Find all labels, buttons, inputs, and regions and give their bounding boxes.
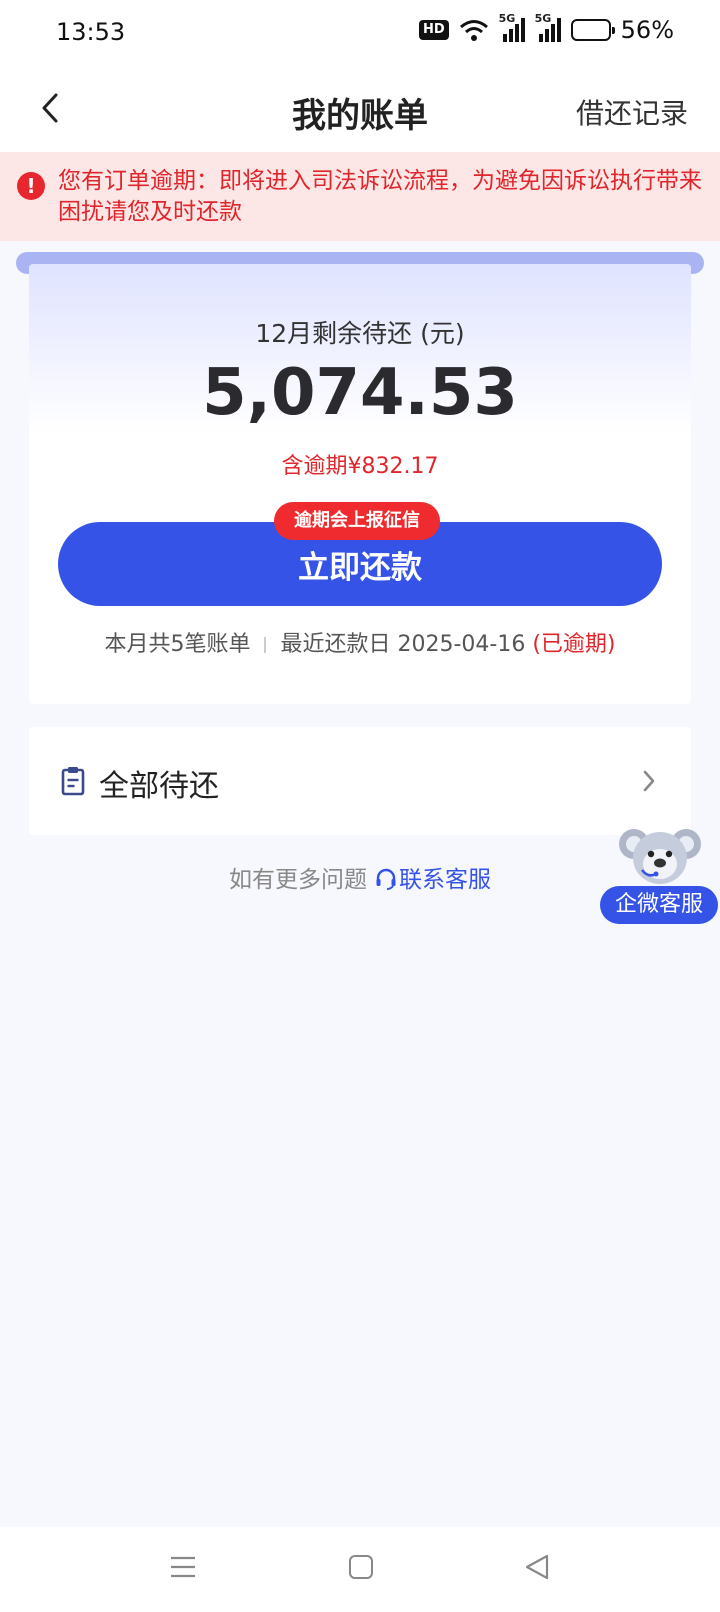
clipboard-icon <box>61 767 85 796</box>
menu-icon[interactable] <box>170 1555 196 1579</box>
battery-icon <box>570 19 615 41</box>
status-icons: HD 5G 5G 56% <box>418 12 674 44</box>
chevron-left-icon <box>42 93 58 123</box>
back-triangle-icon[interactable] <box>524 1553 550 1581</box>
alert-text: 您有订单逾期：即将进入司法诉讼流程，为避免因诉讼执行带来困扰请您及时还款 <box>58 168 702 225</box>
credit-report-badge: 逾期会上报征信 <box>274 502 440 540</box>
battery-percent: 56% <box>620 16 674 44</box>
exclamation-icon: ! <box>17 172 45 200</box>
bill-summary-card: 12月剩余待还 (元) 5,074.53 含逾期¥832.17 立即还款 逾期会… <box>29 264 691 704</box>
chevron-right-icon <box>643 770 655 792</box>
status-time: 13:53 <box>56 18 126 46</box>
home-icon[interactable] <box>349 1555 373 1579</box>
koala-icon <box>619 829 701 884</box>
page: 13:53 HD 5G 5G 56% 我的账单 借还记录 ! 您有订单逾期：即将… <box>0 0 720 1612</box>
overdue-amount: 含逾期¥832.17 <box>281 454 439 479</box>
all-pending-row[interactable]: 全部待还 <box>29 727 691 835</box>
system-nav-bar <box>0 1527 720 1612</box>
hd-icon: HD <box>418 20 449 40</box>
wecom-service-float[interactable]: 企微客服 <box>600 822 720 924</box>
recent-due-date: 最近还款日 2025-04-16 <box>280 632 526 657</box>
header: 我的账单 借还记录 <box>0 64 720 152</box>
loan-records-link[interactable]: 借还记录 <box>576 92 688 132</box>
overdue-alert: ! 您有订单逾期：即将进入司法诉讼流程，为避免因诉讼执行带来困扰请您及时还款 <box>0 152 720 241</box>
signal-icon: 5G <box>499 12 525 42</box>
status-bar: 13:53 HD 5G 5G 56% <box>0 0 720 64</box>
back-button[interactable] <box>30 84 70 132</box>
divider <box>264 637 267 653</box>
remain-amount: 5,074.53 <box>202 356 518 430</box>
help-question: 如有更多问题 <box>229 867 367 893</box>
overdue-status: (已逾期) <box>532 632 616 657</box>
contact-service-link[interactable]: 联系客服 <box>399 867 491 893</box>
bill-info: 本月共5笔账单 最近还款日 2025-04-16 (已逾期) <box>29 626 691 658</box>
remain-label: 12月剩余待还 (元) <box>255 319 465 348</box>
signal-icon: 5G <box>535 12 561 42</box>
wifi-icon <box>459 20 488 41</box>
headset-icon <box>376 868 396 890</box>
bill-count: 本月共5笔账单 <box>104 632 251 657</box>
all-pending-label: 全部待还 <box>99 769 219 804</box>
wecom-service-label: 企微客服 <box>600 886 718 924</box>
